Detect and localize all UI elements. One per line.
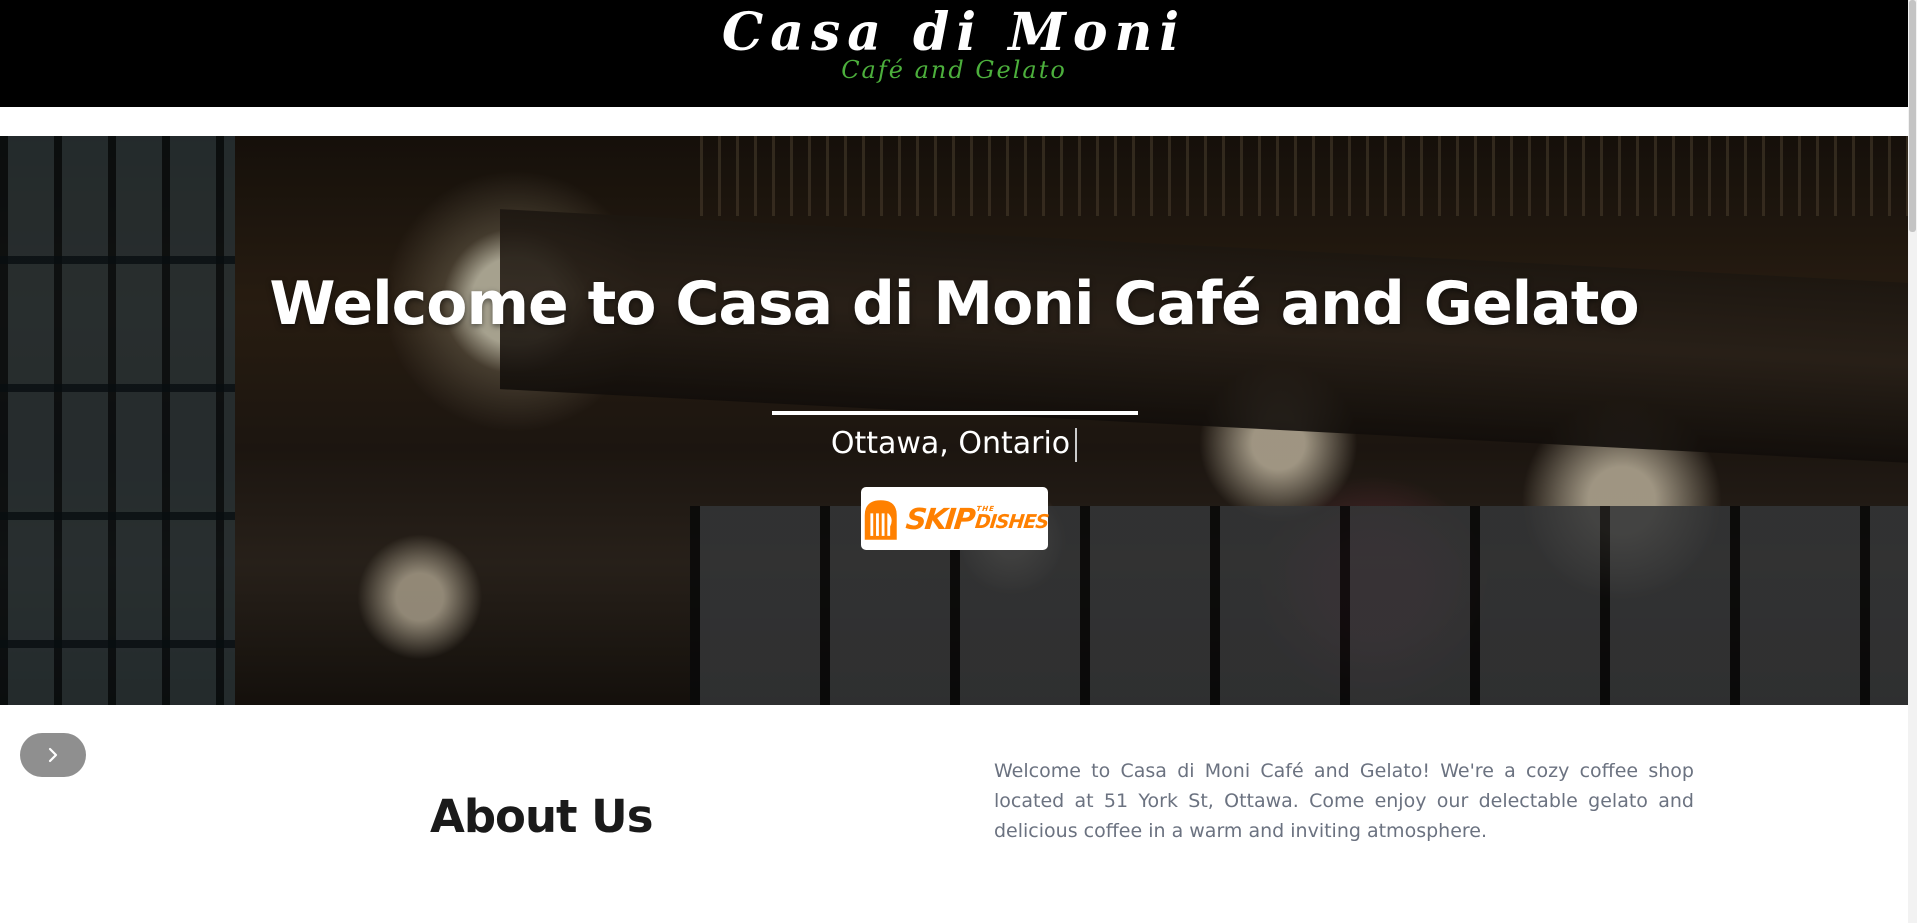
about-text: Welcome to Casa di Moni Café and Gelato!… — [994, 760, 1694, 842]
skip-wordmark-skip: SKIP — [903, 501, 975, 536]
hero-title: Welcome to Casa di Moni Café and Gelato — [269, 269, 1639, 339]
hero-divider — [772, 411, 1138, 415]
site-logo[interactable]: Casa di Moni Café and Gelato — [0, 0, 1908, 107]
about-heading: About Us — [430, 790, 653, 843]
hero-location-text: Ottawa, Ontario — [830, 426, 1071, 461]
skip-the-dishes-logo-icon — [864, 499, 897, 540]
logo-subtitle: Café and Gelato — [841, 56, 1067, 84]
scrollbar-thumb[interactable] — [1909, 0, 1916, 232]
skip-the-dishes-wordmark: SKIP THE DISHES — [904, 502, 1050, 536]
logo-title: Casa di Moni — [721, 2, 1187, 63]
skip-the-dishes-order-button[interactable]: SKIP THE DISHES — [861, 487, 1050, 550]
hero-section: Welcome to Casa di Moni Café and Gelato … — [0, 136, 1908, 705]
header-divider-bottom — [0, 120, 1908, 125]
header-divider-top — [0, 109, 1908, 114]
site-header: Casa di Moni Café and Gelato — [0, 0, 1908, 107]
hero-location: Ottawa, Ontario — [0, 426, 1908, 462]
hero-overlay — [0, 136, 1908, 705]
carousel-next-button[interactable] — [20, 733, 86, 777]
skip-wordmark-stack: THE DISHES — [973, 505, 1050, 533]
page-scrollbar[interactable] — [1908, 0, 1917, 923]
chevron-right-icon — [48, 747, 58, 763]
typing-cursor — [1075, 427, 1078, 462]
skip-wordmark-dishes: DISHES — [973, 510, 1049, 533]
